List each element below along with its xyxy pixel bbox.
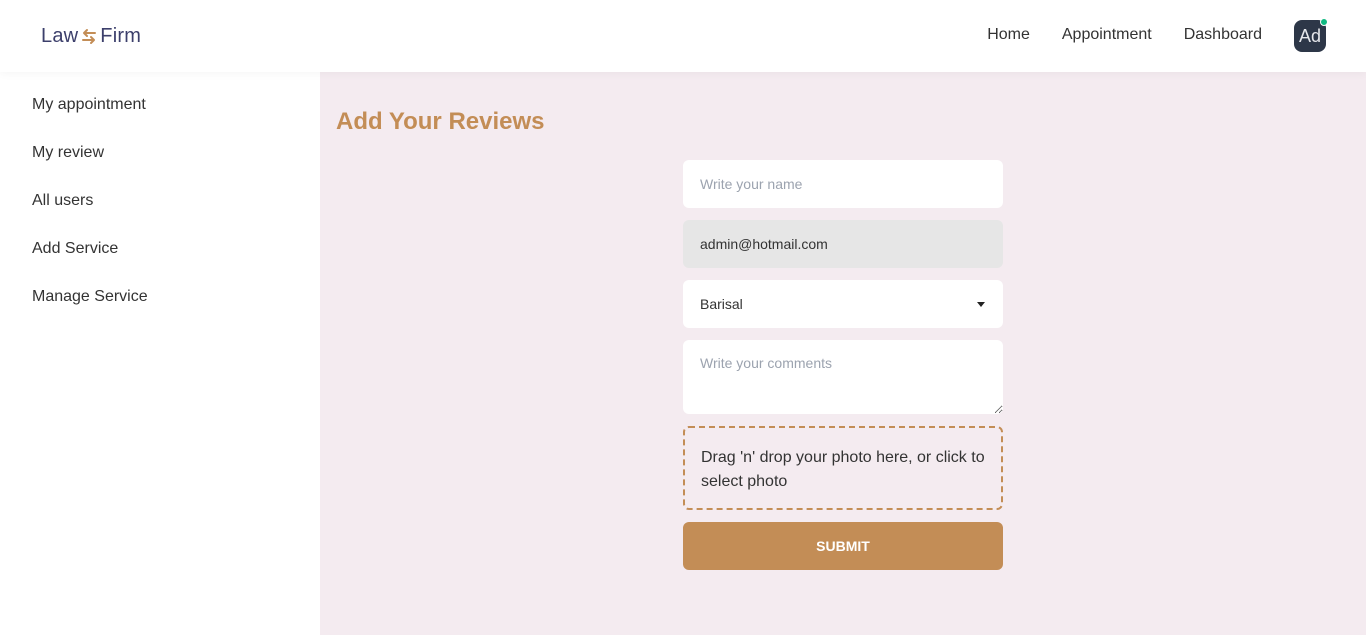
sidebar-item-manage-service[interactable]: Manage Service: [32, 288, 148, 306]
submit-button[interactable]: SUBMIT: [683, 522, 1003, 570]
avatar-initials: Ad: [1298, 25, 1322, 46]
photo-dropzone[interactable]: Drag 'n' drop your photo here, or click …: [683, 426, 1003, 510]
email-field[interactable]: [683, 220, 1003, 268]
nav-dashboard-link[interactable]: Dashboard: [1184, 26, 1262, 44]
avatar[interactable]: Ad: [1294, 18, 1328, 52]
review-form: Barisal Drag 'n' drop your photo here, o…: [683, 160, 1003, 570]
logo-text-left: Law: [41, 25, 79, 47]
logo-text-right: Firm: [100, 25, 142, 47]
sidebar-item-add-service[interactable]: Add Service: [32, 240, 118, 258]
logo[interactable]: Law Firm: [41, 25, 141, 48]
sidebar-item-my-appointment[interactable]: My appointment: [32, 96, 146, 114]
sidebar-item-all-users[interactable]: All users: [32, 192, 93, 210]
caret-down-icon: [977, 302, 985, 307]
nav-home-link[interactable]: Home: [987, 26, 1030, 44]
top-header: Law Firm Home Appointment Dashboard Ad: [0, 0, 1366, 72]
location-selected-label: Barisal: [700, 296, 743, 312]
name-input[interactable]: [683, 160, 1003, 208]
main-content: Add Your Reviews Barisal Drag 'n' drop y…: [320, 72, 1366, 635]
comments-textarea[interactable]: [683, 340, 1003, 414]
arrows-exchange-icon: [82, 28, 97, 44]
sidebar: My appointment My review All users Add S…: [0, 72, 320, 635]
page-title: Add Your Reviews: [336, 108, 545, 135]
main-nav: Home Appointment Dashboard: [987, 26, 1262, 44]
online-dot-icon: [1320, 18, 1328, 26]
nav-appointment-link[interactable]: Appointment: [1062, 26, 1152, 44]
location-select[interactable]: Barisal: [683, 280, 1003, 328]
sidebar-item-my-review[interactable]: My review: [32, 144, 104, 162]
dropzone-text: Drag 'n' drop your photo here, or click …: [701, 449, 985, 490]
location-select-value[interactable]: Barisal: [683, 280, 1003, 328]
